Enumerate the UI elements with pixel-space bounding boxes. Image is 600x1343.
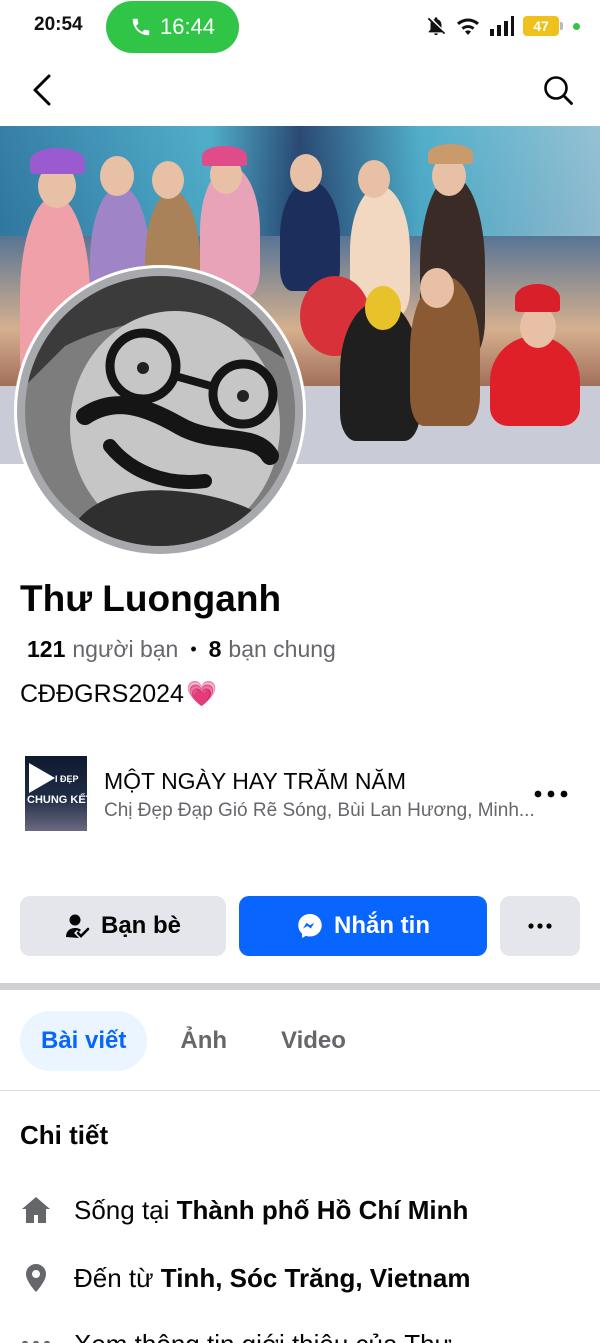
signal-icon [490, 16, 514, 36]
top-nav [0, 60, 600, 120]
bell-muted-icon [427, 17, 446, 36]
cover-figure [490, 336, 580, 426]
profile-name: Thư Luonganh [20, 578, 282, 619]
friends-count: 121 [27, 636, 66, 662]
profile-avatar[interactable] [14, 265, 306, 557]
see-intro-text: Xem thông tin giới thiệu của Thư [74, 1329, 452, 1343]
tab-photos[interactable]: Ảnh [159, 1011, 248, 1071]
song-artist: Chị Đẹp Đạp Gió Rẽ Sóng, Bùi Lan Hương, … [104, 800, 535, 821]
mutual-label: bạn chung [228, 636, 336, 662]
cover-figure [520, 306, 556, 348]
detail-from: Đến từ Tinh, Sóc Trăng, Vietnam [20, 1262, 470, 1294]
detail-see-intro[interactable]: Xem thông tin giới thiệu của Thư [20, 1328, 452, 1343]
battery-indicator: 47 [523, 16, 563, 36]
wifi-icon [457, 18, 479, 35]
cover-figure [280, 181, 340, 291]
profile-bio: CĐĐGRS2024 💗 [20, 680, 217, 709]
details-heading: Chi tiết [20, 1120, 109, 1150]
play-icon [29, 763, 55, 793]
lives-prefix: Sống tại [74, 1194, 170, 1225]
more-horizontal-icon [528, 923, 552, 929]
tab-video[interactable]: Video [260, 1011, 367, 1071]
message-button-label: Nhắn tin [334, 912, 430, 939]
messenger-icon [298, 914, 322, 938]
more-actions-button[interactable] [500, 896, 580, 956]
cover-figure [202, 146, 247, 166]
more-horizontal-icon [20, 1328, 52, 1343]
cover-figure [515, 284, 560, 312]
cover-figure [420, 268, 454, 308]
cover-figure [290, 154, 322, 192]
avatar-portrait [25, 276, 295, 546]
cover-figure [365, 286, 401, 330]
heart-emoji: 💗 [185, 680, 218, 708]
profile-friend-stats[interactable]: 121 người bạn • 8 bạn chung [27, 636, 336, 663]
album-text: I ĐẸP [55, 774, 79, 784]
from-value[interactable]: Tinh, Sóc Trăng, Vietnam [161, 1263, 471, 1293]
cover-figure [358, 160, 390, 198]
profile-tabs: Bài viết Ảnh Video [20, 1011, 379, 1071]
album-text: CHUNG KẾT [27, 794, 87, 806]
search-icon [544, 76, 573, 105]
cover-figure [30, 148, 85, 174]
music-more-button[interactable] [534, 780, 568, 808]
friends-button-label: Bạn bè [100, 912, 181, 939]
song-title: MỘT NGÀY HAY TRĂM NĂM [104, 768, 407, 794]
friends-label: người bạn [72, 636, 179, 662]
from-prefix: Đến từ [74, 1262, 154, 1293]
ongoing-call-pill[interactable]: 16:44 [106, 1, 239, 53]
home-icon [20, 1194, 52, 1226]
friend-check-icon [65, 914, 90, 938]
mutual-count: 8 [208, 636, 222, 662]
phone-icon [132, 18, 150, 36]
bio-text: CĐĐGRS2024 [20, 680, 184, 708]
privacy-dot [573, 22, 580, 30]
lives-value[interactable]: Thành phố Hồ Chí Minh [177, 1195, 469, 1225]
cover-figure [100, 156, 134, 196]
friends-button[interactable]: Bạn bè [20, 896, 226, 956]
search-button[interactable] [538, 70, 578, 110]
cover-figure [152, 161, 184, 199]
tab-posts[interactable]: Bài viết [20, 1011, 148, 1071]
call-timer: 16:44 [159, 14, 216, 39]
more-horizontal-icon [534, 790, 568, 798]
status-bar: 20:54 16:44 47 [0, 0, 600, 54]
section-divider [0, 983, 600, 990]
tabs-divider [0, 1090, 600, 1091]
cover-figure [428, 144, 473, 164]
profile-music[interactable]: I ĐẸP CHUNG KẾT MỘT NGÀY HAY TRĂM NĂM Ch… [25, 756, 580, 832]
status-icons: 47 [425, 15, 580, 37]
back-button[interactable] [22, 70, 62, 110]
detail-lives-in: Sống tại Thành phố Hồ Chí Minh [20, 1194, 468, 1226]
status-time: 20:54 [34, 14, 83, 35]
separator-dot: • [190, 639, 197, 659]
chevron-left-icon [33, 74, 51, 106]
avatar-photo [25, 276, 295, 546]
location-pin-icon [20, 1262, 52, 1294]
album-art: I ĐẸP CHUNG KẾT [25, 756, 87, 831]
message-button[interactable]: Nhắn tin [239, 896, 487, 956]
